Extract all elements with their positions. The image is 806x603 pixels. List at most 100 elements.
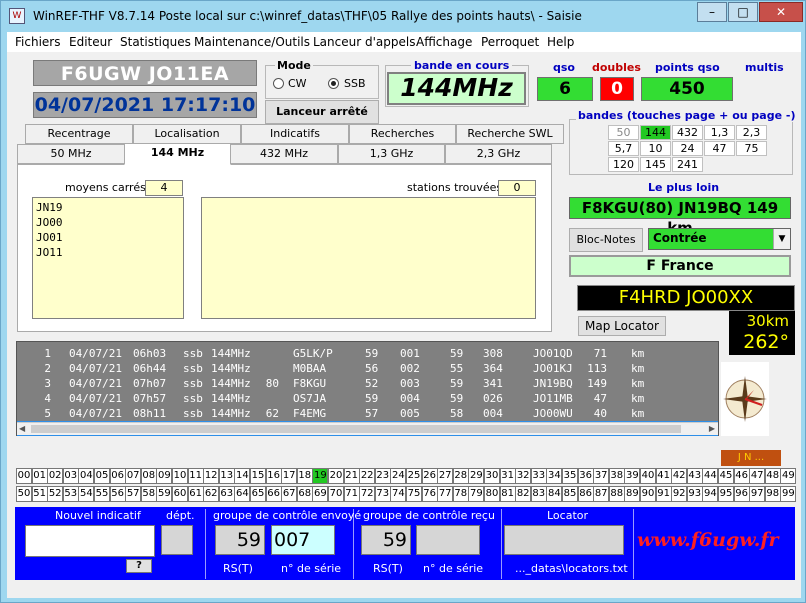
- dept-cell[interactable]: 79: [468, 486, 485, 502]
- dept-cell[interactable]: 80: [484, 486, 500, 502]
- dept-cell[interactable]: 07: [125, 468, 142, 484]
- band-cell-5-7[interactable]: 5,7: [608, 141, 639, 156]
- table-row[interactable]: 3 04/07/21 07h07 ssb 144MHz 80 F8KGU 52 003 59 341…: [17, 376, 718, 391]
- dept-cell[interactable]: 55: [94, 486, 110, 502]
- dept-cell[interactable]: 67: [281, 486, 298, 502]
- menu-fichiers[interactable]: Fichiers: [15, 35, 60, 49]
- dept-cell[interactable]: 93: [686, 486, 703, 502]
- dept-cell[interactable]: 33: [530, 468, 547, 484]
- band-cell-2-3[interactable]: 2,3: [736, 125, 767, 140]
- dept-cell[interactable]: 62: [203, 486, 220, 502]
- band-cell-432[interactable]: 432: [672, 125, 703, 140]
- dept-cell[interactable]: 29: [468, 468, 485, 484]
- tab-144mhz[interactable]: 144 MHz: [124, 143, 231, 165]
- dept-cell[interactable]: 00: [16, 468, 32, 484]
- dept-cell[interactable]: 19: [312, 468, 329, 484]
- dept-cell[interactable]: 44: [702, 468, 719, 484]
- dept-cell[interactable]: 26: [421, 468, 438, 484]
- dept-cell[interactable]: 89: [624, 486, 641, 502]
- dept-cell[interactable]: 72: [359, 486, 376, 502]
- dept-cell[interactable]: 11: [187, 468, 204, 484]
- dept-cell[interactable]: 96: [733, 486, 750, 502]
- dept-cell[interactable]: 99: [780, 486, 797, 502]
- dept-cell[interactable]: 91: [655, 486, 672, 502]
- dept-cell[interactable]: 52: [47, 486, 64, 502]
- dept-cell[interactable]: 59: [156, 486, 173, 502]
- dept-cell[interactable]: 51: [31, 486, 48, 502]
- dept-cell[interactable]: 87: [593, 486, 610, 502]
- list-item[interactable]: JO11: [36, 245, 180, 260]
- dept-cell[interactable]: 57: [125, 486, 142, 502]
- dept-cell[interactable]: 92: [671, 486, 688, 502]
- band-cell-1-3[interactable]: 1,3: [704, 125, 735, 140]
- dept-cell[interactable]: 14: [234, 468, 251, 484]
- dept-cell[interactable]: 98: [764, 486, 781, 502]
- tab-localisation[interactable]: Localisation: [133, 124, 241, 144]
- dept-cell[interactable]: 37: [593, 468, 610, 484]
- chevron-down-icon[interactable]: ▼: [773, 229, 790, 249]
- dept-cell[interactable]: 58: [140, 486, 157, 502]
- band-cell-75[interactable]: 75: [736, 141, 767, 156]
- dept-cell[interactable]: 76: [421, 486, 438, 502]
- dept-cell[interactable]: 17: [281, 468, 298, 484]
- dept-cell[interactable]: 47: [749, 468, 766, 484]
- minimize-button[interactable]: –: [697, 2, 727, 22]
- launcher-button[interactable]: Lanceur arrêté: [265, 100, 379, 124]
- dept-cell[interactable]: 05: [94, 468, 110, 484]
- help-button[interactable]: ?: [126, 559, 152, 573]
- band-cell-145[interactable]: 145: [640, 157, 671, 172]
- menu-lanceur[interactable]: Lanceur d'appels: [313, 35, 415, 49]
- dept-cell[interactable]: 03: [62, 468, 79, 484]
- dept-cell[interactable]: 61: [187, 486, 204, 502]
- menu-perroquet[interactable]: Perroquet: [481, 35, 539, 49]
- dept-cell[interactable]: 20: [328, 468, 344, 484]
- dept-cell[interactable]: 63: [218, 486, 235, 502]
- dept-cell[interactable]: 70: [328, 486, 344, 502]
- dept-cell[interactable]: 82: [515, 486, 532, 502]
- dept-cell[interactable]: 41: [655, 468, 672, 484]
- dept-cell[interactable]: 12: [203, 468, 220, 484]
- tab-50mhz[interactable]: 50 MHz: [17, 144, 125, 164]
- dept-cell[interactable]: 36: [577, 468, 594, 484]
- dept-cell[interactable]: 43: [686, 468, 703, 484]
- menu-maintenance[interactable]: Maintenance/Outils: [194, 35, 310, 49]
- scroll-left-icon[interactable]: ◀: [19, 424, 25, 433]
- dept-cell[interactable]: 46: [733, 468, 750, 484]
- dept-cell[interactable]: 64: [234, 486, 251, 502]
- dept-cell[interactable]: 40: [640, 468, 656, 484]
- table-row[interactable]: 4 04/07/21 07h57 ssb 144MHz OS7JA 59 004 59 026 JO…: [17, 391, 718, 406]
- qso-log-table[interactable]: 1 04/07/21 06h03 ssb 144MHz G5LK/P 59 001 59 308 J…: [16, 341, 719, 436]
- dept-cell[interactable]: 75: [406, 486, 422, 502]
- list-item[interactable]: JO01: [36, 230, 180, 245]
- new-call-input[interactable]: [25, 525, 155, 557]
- dept-cell[interactable]: 81: [499, 486, 516, 502]
- menu-editeur[interactable]: Editeur: [69, 35, 112, 49]
- ssb-radio[interactable]: [328, 78, 339, 89]
- dept-cell[interactable]: 42: [671, 468, 688, 484]
- dept-cell[interactable]: 22: [359, 468, 376, 484]
- dept-cell[interactable]: 71: [343, 486, 360, 502]
- band-cell-120[interactable]: 120: [608, 157, 639, 172]
- dept-cell[interactable]: 54: [78, 486, 95, 502]
- dept-cell[interactable]: 01: [31, 468, 48, 484]
- dept-cell[interactable]: 65: [250, 486, 266, 502]
- band-cell-50[interactable]: 50: [608, 125, 639, 140]
- tab-recherches[interactable]: Recherches: [349, 124, 456, 144]
- dept-cell[interactable]: 60: [172, 486, 188, 502]
- dept-cell[interactable]: 10: [172, 468, 188, 484]
- dept-cell[interactable]: 49: [780, 468, 797, 484]
- dept-cell[interactable]: 02: [47, 468, 64, 484]
- tab-2-3ghz[interactable]: 2,3 GHz: [445, 144, 552, 164]
- dept-cell[interactable]: 90: [640, 486, 656, 502]
- scroll-right-icon[interactable]: ▶: [709, 424, 715, 433]
- dept-cell[interactable]: 94: [702, 486, 719, 502]
- recv-serial[interactable]: [416, 525, 480, 555]
- website-label[interactable]: www.f6ugw.fr: [637, 529, 779, 551]
- dept-cell[interactable]: 38: [608, 468, 625, 484]
- dept-cell[interactable]: 85: [562, 486, 578, 502]
- menu-affichage[interactable]: Affichage: [416, 35, 472, 49]
- dept-cell[interactable]: 56: [109, 486, 126, 502]
- dept-cell[interactable]: 73: [374, 486, 391, 502]
- scroll-thumb[interactable]: [31, 425, 681, 433]
- dept-cell[interactable]: 25: [406, 468, 422, 484]
